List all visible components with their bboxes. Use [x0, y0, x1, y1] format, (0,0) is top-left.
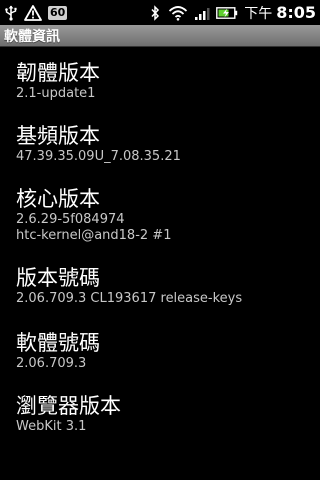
- battery-level-badge: 60: [48, 5, 68, 20]
- title-bar: 軟體資訊: [0, 25, 320, 47]
- build-number-label: 版本號碼: [16, 266, 100, 290]
- list-item-kernel-version: 核心版本 2.6.29-5f084974 htc-kernel@and18-2 …: [16, 186, 316, 244]
- baseband-version-value: 47.39.35.09U_7.08.35.21: [16, 149, 181, 164]
- clock-time: 8:05: [276, 3, 316, 22]
- baseband-version-label: 基頻版本: [16, 124, 100, 148]
- software-number-label: 軟體號碼: [16, 331, 100, 355]
- list-item-software-number: 軟體號碼 2.06.709.3: [16, 330, 316, 372]
- usb-icon: [4, 5, 18, 21]
- wifi-icon: [168, 5, 188, 21]
- kernel-version-value: 2.6.29-5f084974: [16, 212, 125, 227]
- software-number-value: 2.06.709.3: [16, 356, 87, 371]
- list-item-baseband-version: 基頻版本 47.39.35.09U_7.08.35.21: [16, 123, 316, 165]
- list-item-build-number: 版本號碼 2.06.709.3 CL193617 release-keys: [16, 265, 316, 307]
- status-bar: 60 下午 8:05: [0, 0, 320, 25]
- clock-period: 下午: [244, 5, 273, 22]
- list-item-browser-version: 瀏覽器版本 WebKit 3.1: [16, 393, 316, 435]
- firmware-version-value: 2.1-update1: [16, 86, 96, 101]
- warning-icon: [24, 4, 42, 21]
- browser-version-value: WebKit 3.1: [16, 419, 87, 434]
- list-item-firmware-version: 韌體版本 2.1-update1: [16, 60, 316, 102]
- browser-version-label: 瀏覽器版本: [16, 394, 121, 418]
- status-bar-notifications: 60: [0, 0, 68, 25]
- kernel-version-label: 核心版本: [16, 187, 100, 211]
- status-bar-system: 下午 8:05: [150, 0, 320, 25]
- build-number-value: 2.06.709.3 CL193617 release-keys: [16, 291, 243, 306]
- page-title: 軟體資訊: [4, 28, 60, 45]
- signal-icon: [194, 5, 210, 21]
- battery-charging-icon: [216, 6, 238, 20]
- bluetooth-icon: [150, 4, 160, 21]
- kernel-build-host: htc-kernel@and18-2 #1: [16, 228, 172, 243]
- firmware-version-label: 韌體版本: [16, 61, 100, 85]
